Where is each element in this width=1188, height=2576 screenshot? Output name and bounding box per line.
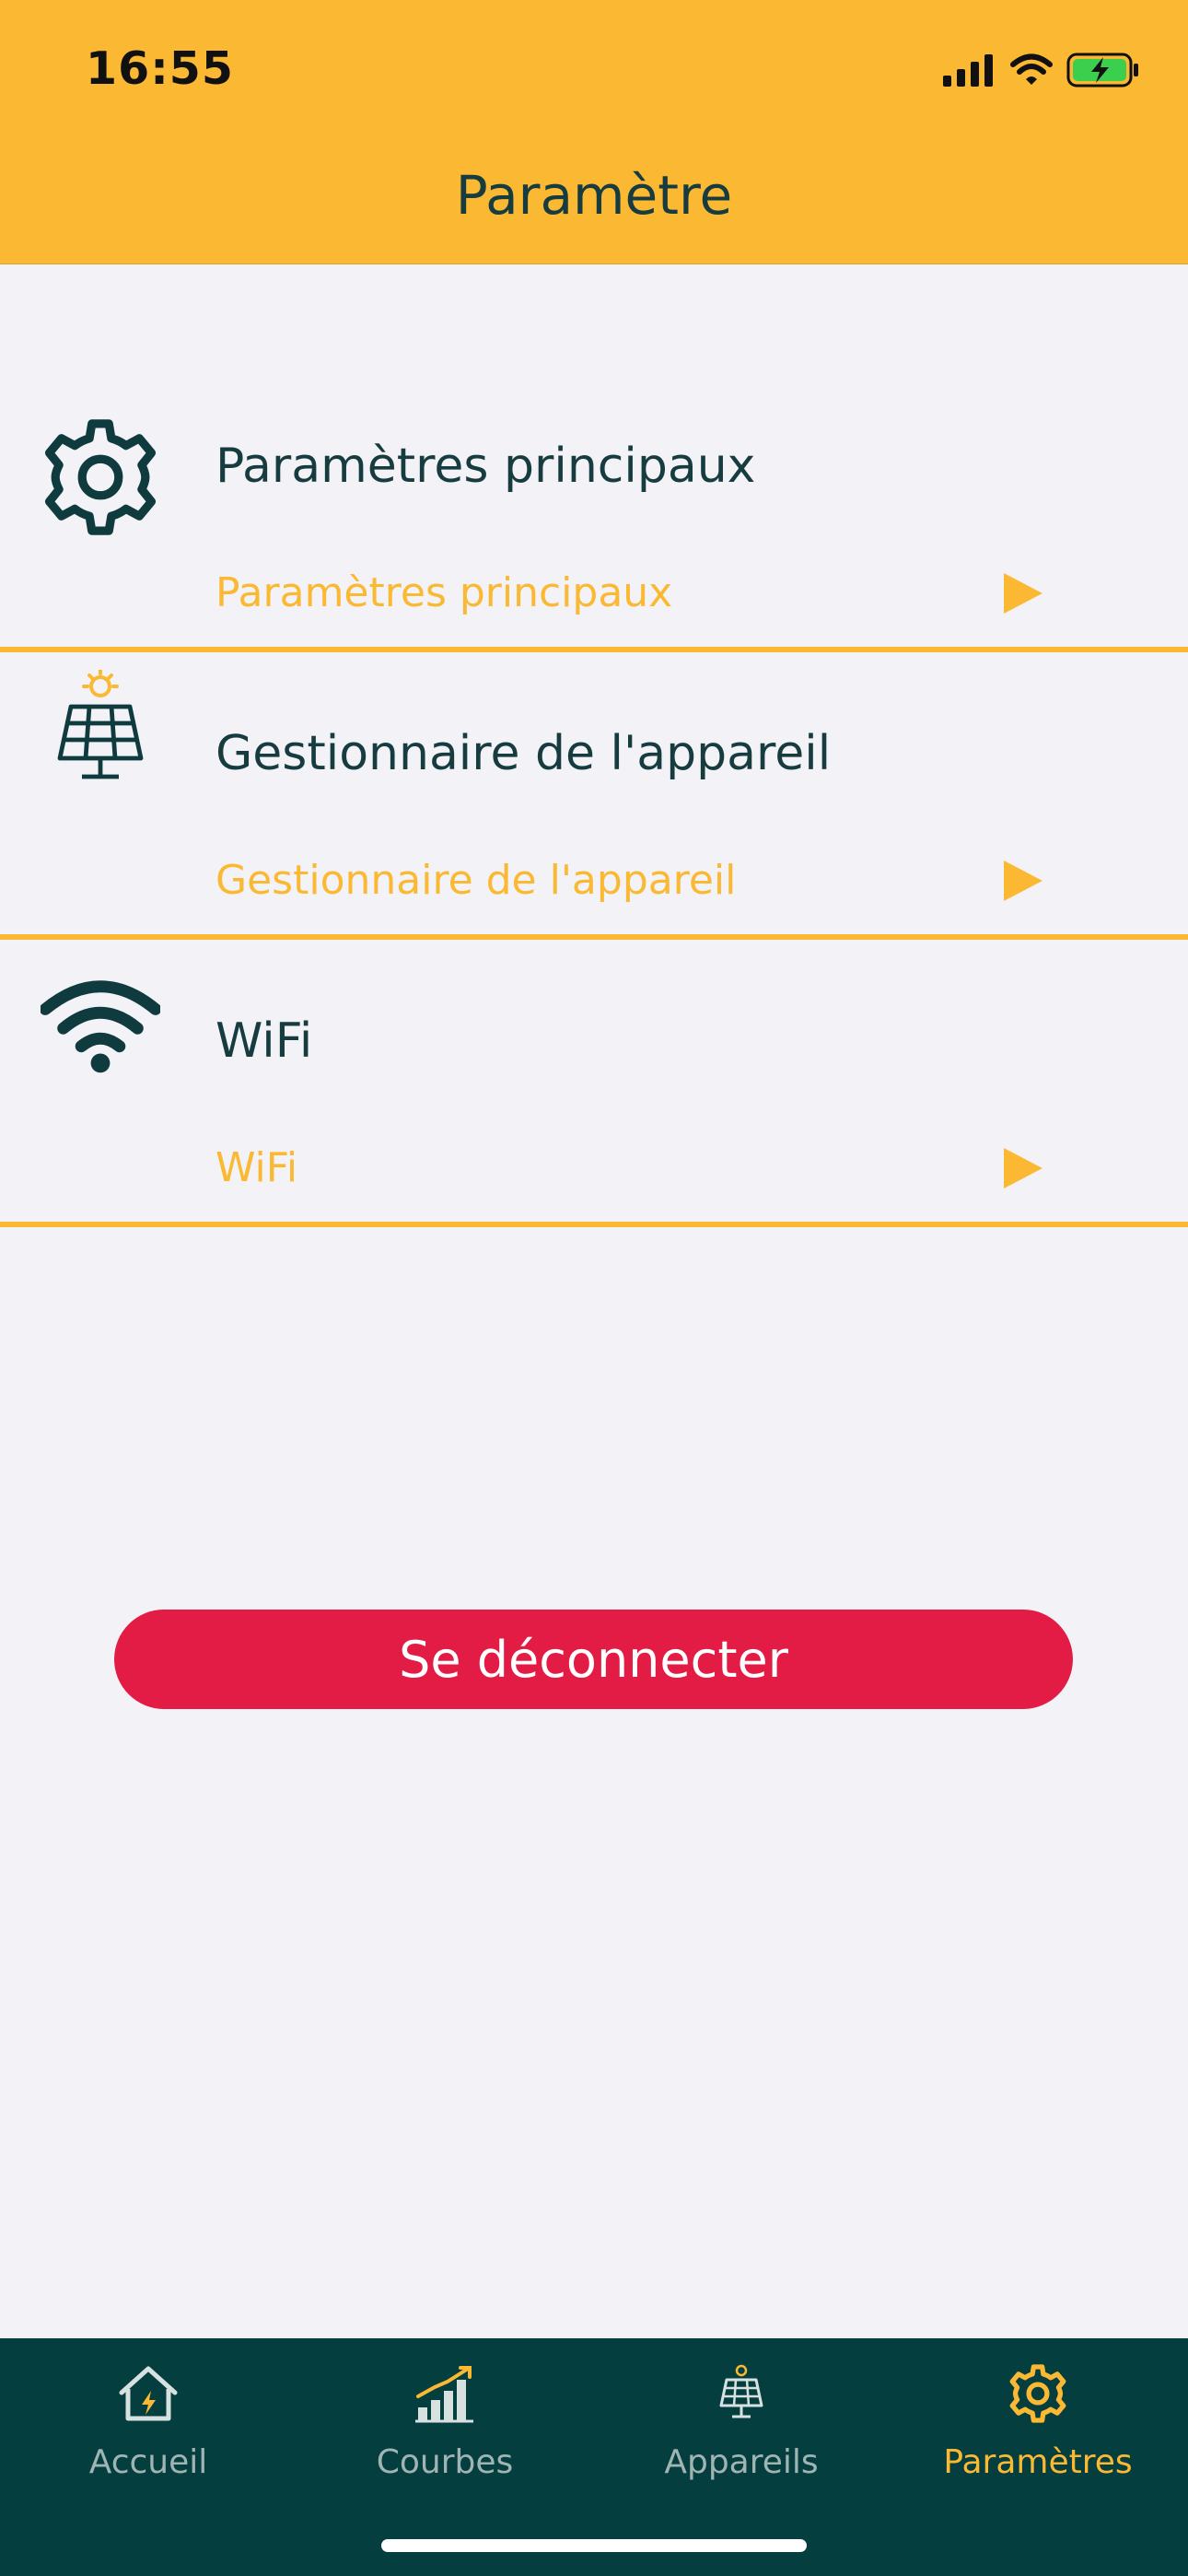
logout-button[interactable]: Se déconnecter — [114, 1610, 1073, 1709]
gear-icon — [1005, 2360, 1071, 2427]
solar-panel-icon — [37, 670, 164, 798]
tab-label: Courbes — [376, 2443, 514, 2481]
play-arrow-icon — [1004, 861, 1042, 901]
chart-icon — [412, 2360, 478, 2427]
play-arrow-icon — [1004, 573, 1042, 614]
tab-label: Paramètres — [943, 2443, 1133, 2481]
home-icon — [115, 2360, 181, 2427]
tab-accueil[interactable]: Accueil — [0, 2360, 297, 2508]
section-link-label: Gestionnaire de l'appareil — [215, 857, 737, 904]
wifi-signal-icon — [1010, 53, 1053, 85]
battery-charging-icon — [1066, 53, 1138, 88]
tab-courbes[interactable]: Courbes — [297, 2360, 593, 2508]
tab-label: Appareils — [664, 2443, 819, 2481]
section-wifi: WiFi WiFi — [0, 940, 1188, 1227]
status-time: 16:55 — [86, 42, 234, 95]
gear-icon — [37, 414, 164, 541]
play-arrow-icon — [1004, 1148, 1042, 1188]
wifi-icon — [37, 960, 164, 1087]
section-link-label: WiFi — [215, 1144, 298, 1191]
tab-appareils[interactable]: Appareils — [593, 2360, 890, 2508]
section-link-label: Paramètres principaux — [215, 569, 673, 616]
section-title: WiFi — [215, 1013, 313, 1069]
section-main-settings: Paramètres principaux Paramètres princip… — [0, 365, 1188, 652]
tab-label: Accueil — [88, 2443, 208, 2481]
app-header: 16:55 Paramètre — [0, 0, 1188, 264]
bottom-tab-bar: Accueil Courbes Appareils Paramètres — [0, 2338, 1188, 2576]
section-title: Paramètres principaux — [215, 439, 756, 494]
device-manager-link[interactable]: Gestionnaire de l'appareil — [0, 837, 1188, 919]
section-title: Gestionnaire de l'appareil — [215, 726, 832, 781]
section-device-manager: Gestionnaire de l'appareil Gestionnaire … — [0, 652, 1188, 940]
status-icons — [941, 50, 1140, 90]
page-title: Paramètre — [455, 164, 733, 227]
wifi-link[interactable]: WiFi — [0, 1124, 1188, 1207]
home-indicator — [381, 2539, 807, 2552]
solar-panel-icon — [708, 2360, 775, 2427]
tab-parametres[interactable]: Paramètres — [890, 2360, 1186, 2508]
cellular-signal-icon — [943, 54, 993, 87]
main-settings-link[interactable]: Paramètres principaux — [0, 549, 1188, 632]
